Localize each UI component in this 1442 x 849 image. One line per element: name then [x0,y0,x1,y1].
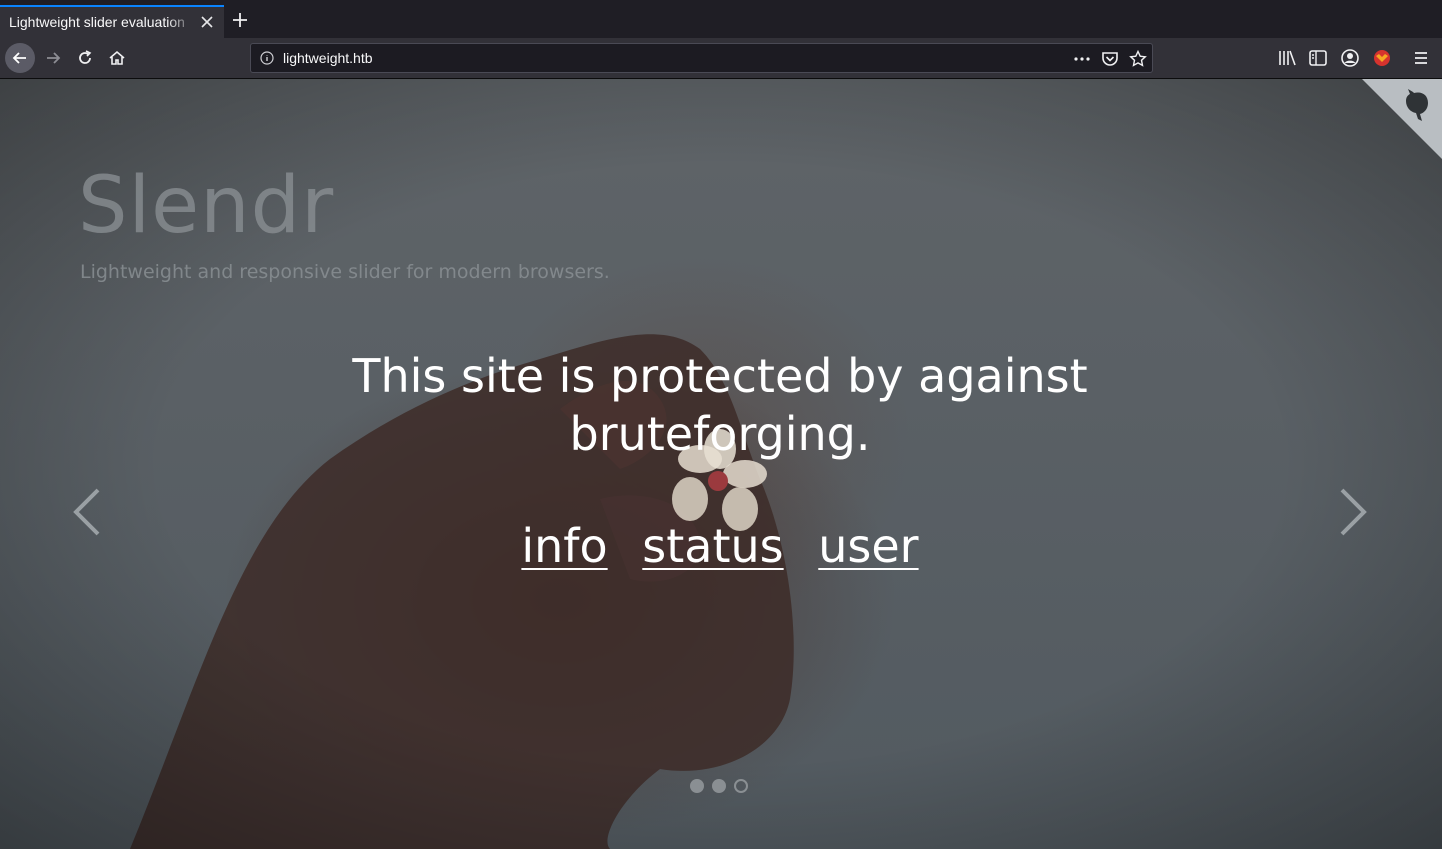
github-corner-link[interactable] [1362,79,1442,159]
tab-title: Lightweight slider evaluation [9,14,185,30]
brand-tagline: Lightweight and responsive slider for mo… [80,261,610,283]
library-icon[interactable] [1277,48,1297,68]
close-icon[interactable] [199,14,215,30]
protection-headline: This site is protected by against brutef… [352,349,1088,461]
pocket-icon[interactable] [1101,50,1119,68]
extension-fox-icon[interactable] [1372,48,1392,68]
active-tab[interactable]: Lightweight slider evaluation [0,5,224,38]
home-button[interactable] [103,44,131,72]
menu-icon[interactable] [1411,48,1431,68]
bookmark-star-icon[interactable] [1129,50,1147,68]
info-link[interactable]: info [521,519,607,573]
user-link[interactable]: user [818,519,918,573]
account-icon[interactable] [1340,48,1360,68]
slider-prev-arrow-icon[interactable] [70,484,104,540]
url-text[interactable]: lightweight.htb [283,50,373,66]
back-button[interactable] [5,43,35,73]
slider-page: Slendr Lightweight and responsive slider… [0,79,1442,849]
reload-button[interactable] [71,44,99,72]
slider-dot-2[interactable] [712,779,726,793]
tab-strip: Lightweight slider evaluation [0,0,1442,38]
new-tab-icon[interactable] [231,11,249,29]
forward-button[interactable] [39,44,67,72]
nav-links: info status user [320,519,1120,573]
navigation-toolbar: lightweight.htb [0,38,1442,79]
info-icon[interactable] [260,51,274,65]
brand-title: Slendr [78,161,335,251]
slider-dot-1[interactable] [690,779,704,793]
slider-pagination [690,779,748,795]
more-actions-icon[interactable] [1073,50,1091,68]
status-link[interactable]: status [642,519,783,573]
arrow-left-icon [12,52,26,64]
slider-next-arrow-icon[interactable] [1336,484,1370,540]
home-icon [109,50,125,65]
slider-dot-3[interactable] [734,779,748,793]
sidebar-icon[interactable] [1308,48,1328,68]
url-bar[interactable]: lightweight.htb [250,43,1153,73]
reload-icon [79,50,92,64]
arrow-right-icon [47,52,61,64]
